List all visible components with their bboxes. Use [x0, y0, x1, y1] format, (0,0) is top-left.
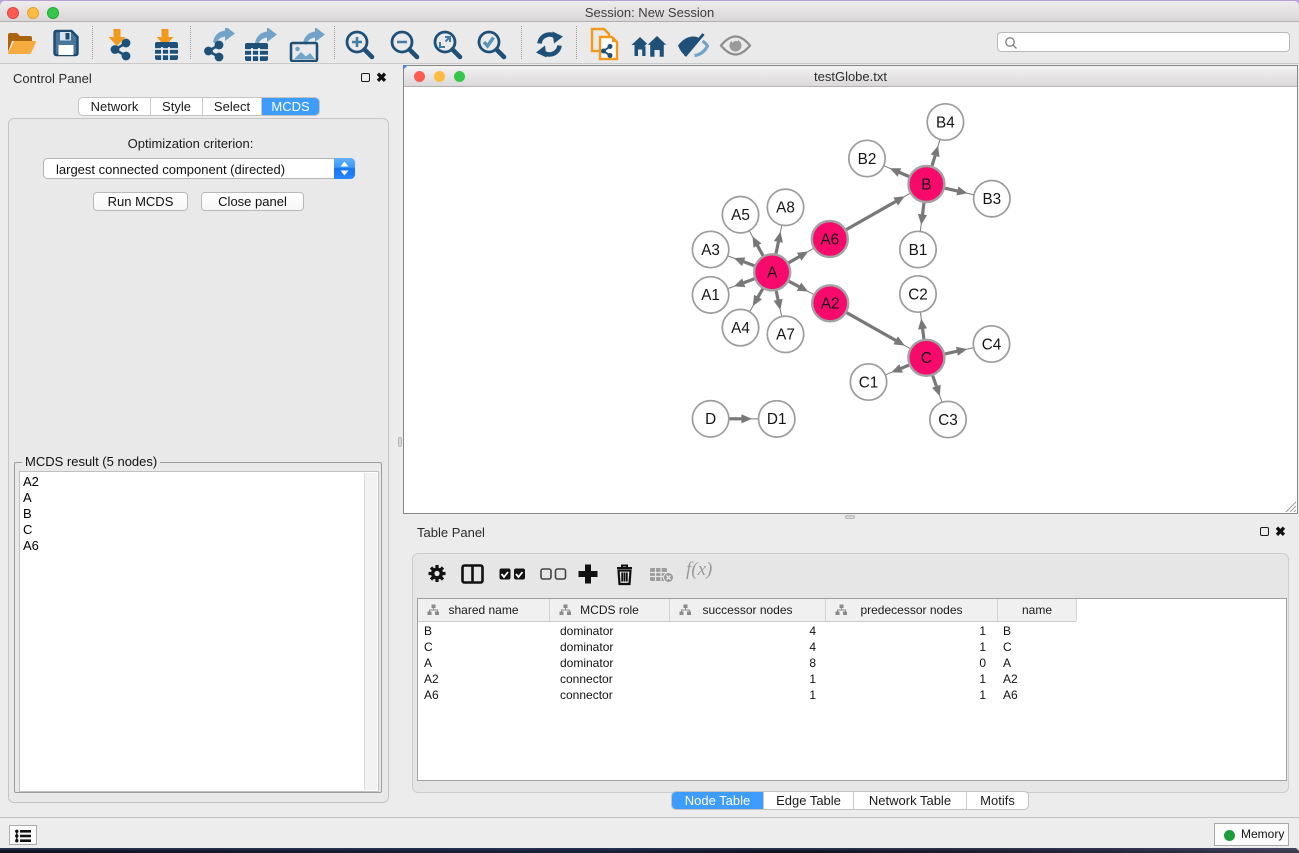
svg-text:A3: A3	[701, 242, 720, 259]
svg-text:B3: B3	[982, 191, 1001, 208]
svg-text:B4: B4	[936, 114, 955, 131]
svg-text:B2: B2	[858, 151, 877, 168]
svg-text:C2: C2	[908, 286, 928, 303]
svg-text:A: A	[767, 265, 778, 282]
svg-text:A7: A7	[776, 327, 795, 344]
svg-text:A6: A6	[820, 231, 839, 248]
svg-text:B: B	[921, 176, 931, 193]
svg-text:A4: A4	[731, 320, 750, 337]
svg-text:C1: C1	[859, 374, 879, 391]
svg-text:D1: D1	[767, 411, 787, 428]
svg-text:A8: A8	[776, 200, 795, 217]
svg-text:A1: A1	[701, 287, 720, 304]
svg-text:C4: C4	[982, 336, 1002, 353]
svg-text:B1: B1	[909, 242, 928, 259]
svg-text:A5: A5	[731, 207, 750, 224]
svg-text:D: D	[705, 411, 716, 428]
svg-text:C: C	[921, 350, 932, 367]
svg-text:A2: A2	[821, 296, 840, 313]
svg-text:C3: C3	[938, 412, 958, 429]
